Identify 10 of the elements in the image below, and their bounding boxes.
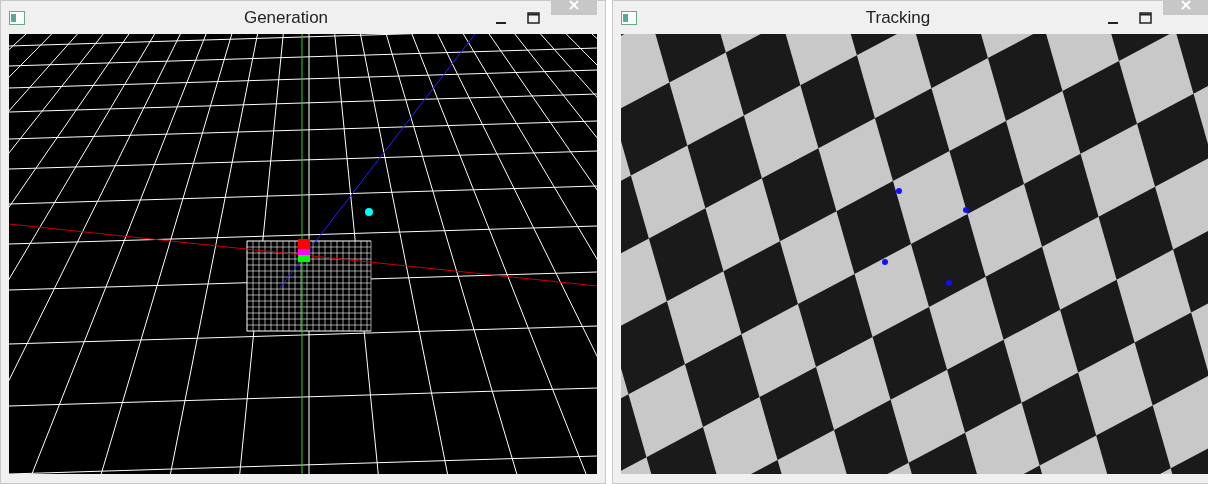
window-title: Tracking [864, 6, 932, 29]
close-icon [568, 0, 580, 11]
window-title: Generation [242, 6, 330, 29]
app-icon [9, 10, 25, 25]
app-icon [621, 10, 637, 25]
maximize-icon [526, 11, 540, 24]
minimize-icon [496, 21, 506, 24]
close-icon [1180, 0, 1192, 11]
minimize-icon [1108, 21, 1118, 24]
maximize-icon [1138, 11, 1152, 24]
